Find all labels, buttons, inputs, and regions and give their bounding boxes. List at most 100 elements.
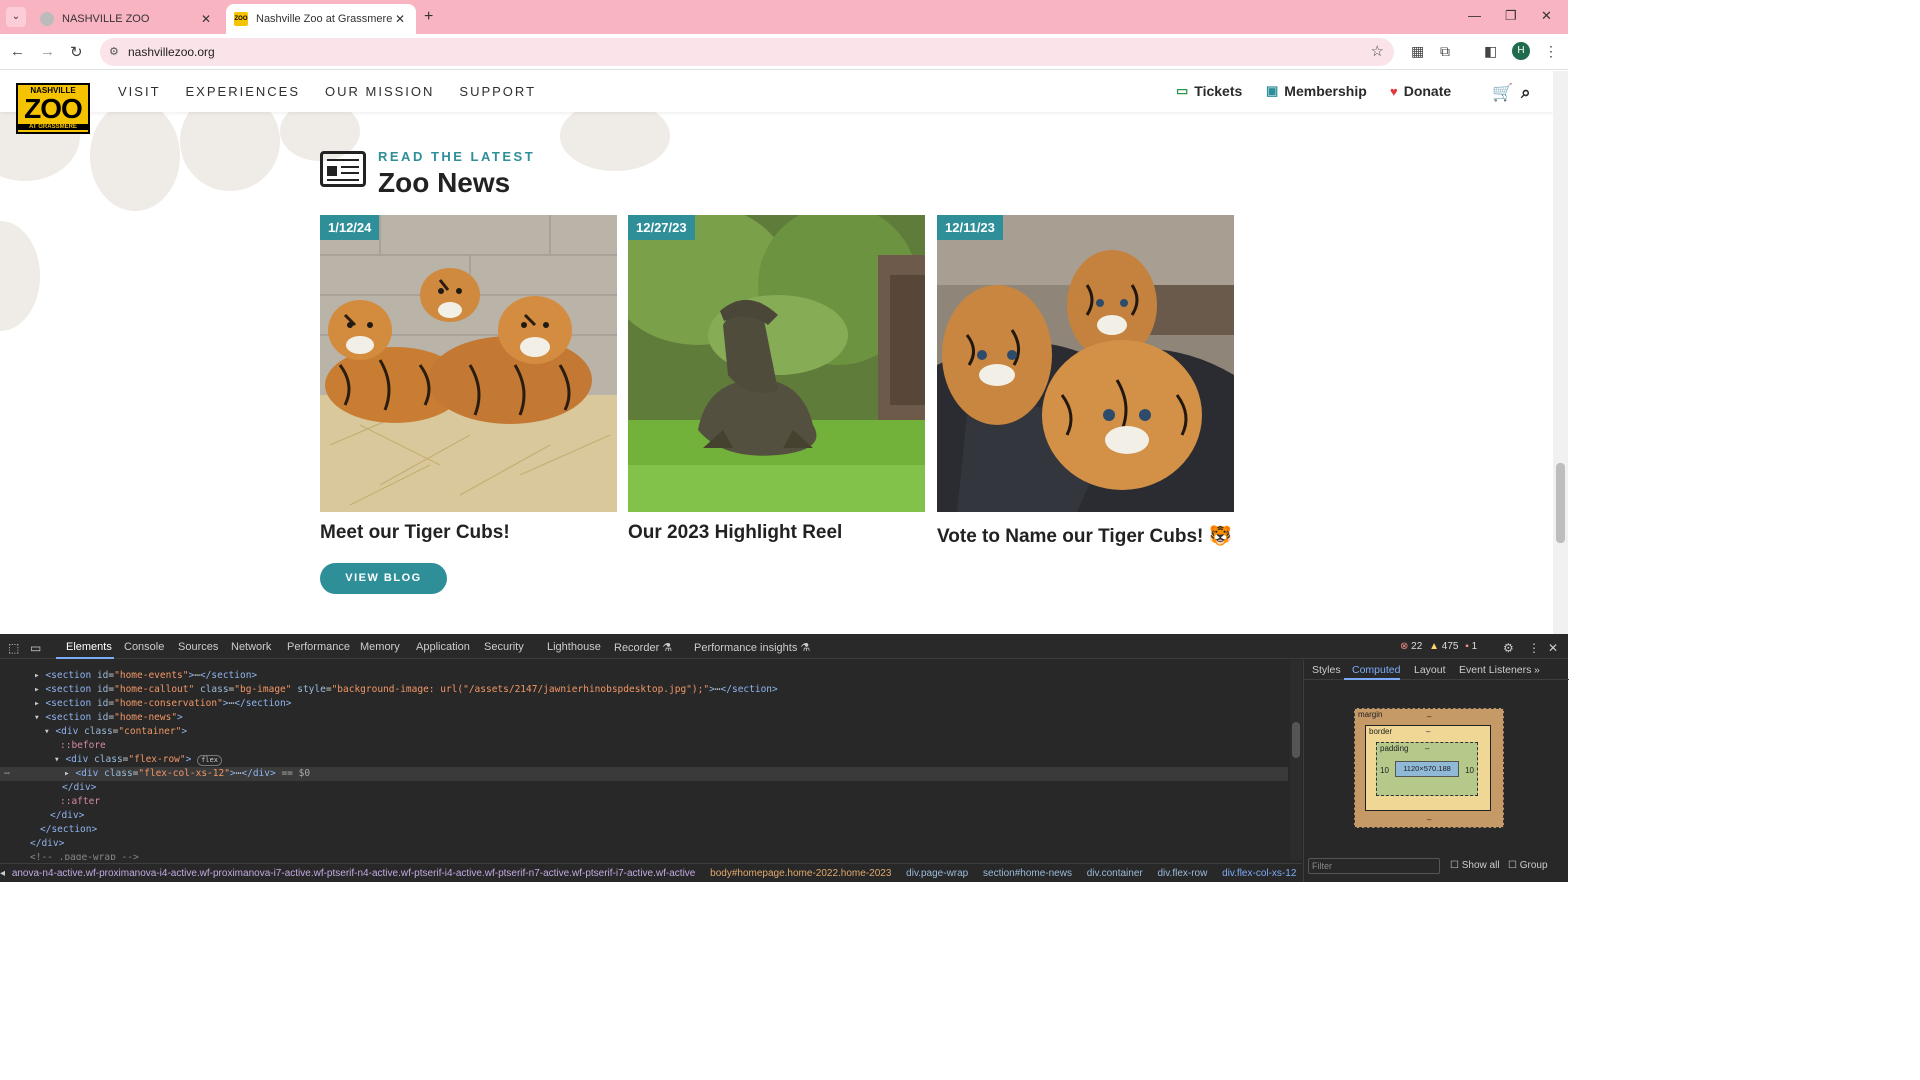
- tab-event-listeners[interactable]: Event Listeners: [1459, 664, 1531, 676]
- inspect-element-icon[interactable]: ⬚: [8, 641, 19, 655]
- breadcrumb-item[interactable]: div.flex-row: [1158, 868, 1208, 879]
- devtools-menu-icon[interactable]: ⋮: [1528, 641, 1540, 655]
- browser-tab[interactable]: NASHVILLE ZOO ✕: [32, 4, 222, 34]
- computed-filter-input[interactable]: Filter: [1308, 858, 1440, 874]
- tab-lighthouse[interactable]: Lighthouse: [547, 641, 601, 653]
- tab-sources[interactable]: Sources: [178, 641, 218, 653]
- dom-node[interactable]: ▸ <section id="home-events">⋯</section>: [34, 669, 257, 683]
- tab-console[interactable]: Console: [124, 641, 164, 653]
- restore-icon[interactable]: ❐: [1505, 8, 1517, 24]
- news-card[interactable]: 1/12/24 Meet our Tiger Cubs!: [320, 215, 617, 544]
- close-window-icon[interactable]: ✕: [1541, 8, 1552, 24]
- tab-memory[interactable]: Memory: [360, 641, 400, 653]
- tiger-cubs-blanket-photo[interactable]: 12/11/23: [937, 215, 1234, 512]
- dom-node[interactable]: ▾ <section id="home-news">: [34, 711, 183, 725]
- dom-tree[interactable]: ▸ <section id="home-events">⋯</section> …: [0, 660, 1288, 860]
- dom-node[interactable]: ▸ <section id="home-conservation">⋯</sec…: [34, 697, 291, 711]
- news-card[interactable]: 12/11/23 Vote to Name our Tiger Cubs! 🐯: [937, 215, 1234, 548]
- search-icon[interactable]: ⌕: [1521, 83, 1531, 103]
- crumb-scroll-left-icon[interactable]: ◂: [0, 868, 5, 879]
- issue-counters[interactable]: ⊗ 22 ▲ 475 ▪ 1: [1400, 641, 1477, 652]
- tickets-link[interactable]: ▭ Tickets: [1176, 83, 1242, 99]
- chrome-menu-icon[interactable]: ⋮: [1544, 43, 1558, 60]
- dom-pseudo[interactable]: ::before: [60, 739, 106, 753]
- tab-recorder[interactable]: Recorder ⚗: [614, 641, 672, 654]
- web-page: VISIT EXPERIENCES OUR MISSION SUPPORT ▭ …: [0, 71, 1553, 634]
- news-card[interactable]: 12/27/23 Our 2023 Highlight Reel: [628, 215, 925, 544]
- profile-avatar[interactable]: H: [1512, 42, 1530, 60]
- new-tab-button[interactable]: +: [424, 8, 433, 26]
- show-all-checkbox[interactable]: ☐ Show all: [1450, 860, 1500, 871]
- site-info-icon[interactable]: ⚙: [109, 38, 119, 66]
- tiger-cubs-photo[interactable]: 1/12/24: [320, 215, 617, 512]
- nav-item-experiences[interactable]: EXPERIENCES: [186, 84, 300, 99]
- breadcrumb-item-active[interactable]: div.flex-col-xs-12: [1222, 868, 1296, 879]
- breadcrumb-item[interactable]: div.page-wrap: [906, 868, 968, 879]
- nav-item-support[interactable]: SUPPORT: [459, 84, 536, 99]
- sidebar-tab-indicator: [1344, 678, 1400, 680]
- breadcrumb-item[interactable]: body#homepage.home-2022.home-2023: [710, 868, 891, 879]
- close-devtools-icon[interactable]: ✕: [1548, 641, 1558, 655]
- tab-security[interactable]: Security: [484, 641, 524, 653]
- tab-styles[interactable]: Styles: [1312, 664, 1341, 676]
- nashville-zoo-logo[interactable]: NASHVILLE ZOO AT GRASSMERE: [16, 83, 90, 134]
- tab-performance[interactable]: Performance: [287, 641, 350, 653]
- box-model-content[interactable]: 1120×570.188: [1395, 761, 1459, 777]
- dom-scrollbar[interactable]: [1290, 660, 1302, 860]
- browser-tab-active[interactable]: ZOO Nashville Zoo at Grassmere | Na ✕: [226, 4, 416, 34]
- breadcrumb-item[interactable]: div.container: [1087, 868, 1143, 879]
- device-toolbar-icon[interactable]: ▭: [30, 641, 41, 655]
- scroll-thumb[interactable]: [1556, 463, 1565, 543]
- dom-node[interactable]: ▸ <section id="home-callout" class="bg-i…: [34, 683, 778, 697]
- settings-gear-icon[interactable]: ⚙: [1503, 641, 1514, 655]
- donate-link[interactable]: ♥ Donate: [1390, 83, 1451, 99]
- qr-code-icon[interactable]: ▦: [1411, 43, 1424, 60]
- flex-badge[interactable]: flex: [197, 755, 222, 766]
- group-checkbox[interactable]: ☐ Group: [1508, 860, 1548, 871]
- bookmark-star-icon[interactable]: ☆: [1371, 38, 1384, 66]
- dom-pseudo[interactable]: ::after: [60, 795, 100, 809]
- tab-elements[interactable]: Elements: [66, 641, 112, 653]
- dom-close-tag[interactable]: </div>: [30, 837, 64, 851]
- dom-close-tag[interactable]: </section>: [40, 823, 97, 837]
- dom-close-tag[interactable]: </div>: [50, 809, 84, 823]
- more-tabs-icon[interactable]: »: [1534, 664, 1540, 676]
- nav-item-our-mission[interactable]: OUR MISSION: [325, 84, 434, 99]
- breadcrumb-item[interactable]: anova-n4-active.wf-proximanova-i4-active…: [12, 868, 696, 879]
- cart-icon[interactable]: 🛒: [1492, 83, 1513, 103]
- dom-comment[interactable]: <!-- .page-wrap -->: [30, 851, 139, 860]
- dom-close-tag[interactable]: </div>: [62, 781, 96, 795]
- box-model-border[interactable]: border – padding – 10 10 1120×570.188: [1365, 725, 1491, 811]
- back-icon[interactable]: ←: [10, 43, 25, 60]
- dom-scroll-thumb[interactable]: [1292, 722, 1300, 758]
- reload-icon[interactable]: ↻: [70, 43, 83, 61]
- box-model-padding[interactable]: padding – 10 10 1120×570.188: [1376, 742, 1478, 796]
- box-model-margin[interactable]: margin – – border – padding – 10 10 1120…: [1354, 708, 1504, 828]
- minimize-icon[interactable]: —: [1468, 8, 1481, 23]
- dom-node-selected[interactable]: ⋯ ▸ <div class="flex-col-xs-12">⋯</div> =…: [0, 767, 1288, 781]
- komodo-dragon-photo[interactable]: 12/27/23: [628, 215, 925, 512]
- tab-layout[interactable]: Layout: [1414, 664, 1446, 676]
- breadcrumb-item[interactable]: section#home-news: [983, 868, 1072, 879]
- forward-icon[interactable]: →: [40, 43, 55, 60]
- news-card-title[interactable]: Our 2023 Highlight Reel: [628, 522, 925, 544]
- close-tab-icon[interactable]: ✕: [392, 12, 408, 26]
- page-scrollbar[interactable]: [1553, 71, 1568, 634]
- dom-node[interactable]: ▾ <div class="container">: [44, 725, 187, 739]
- news-card-title[interactable]: Meet our Tiger Cubs!: [320, 522, 617, 544]
- tab-search-button[interactable]: ⌄: [6, 7, 26, 27]
- tab-application[interactable]: Application: [416, 641, 470, 653]
- tab-computed[interactable]: Computed: [1352, 664, 1400, 676]
- membership-link[interactable]: ▣ Membership: [1266, 83, 1367, 99]
- dom-node[interactable]: ▾ <div class="flex-row"> flex: [54, 753, 222, 767]
- news-card-title[interactable]: Vote to Name our Tiger Cubs! 🐯: [937, 524, 1234, 548]
- tab-performance-insights[interactable]: Performance insights ⚗: [694, 641, 810, 654]
- nav-item-visit[interactable]: VISIT: [118, 84, 161, 99]
- view-blog-button[interactable]: VIEW BLOG: [320, 563, 447, 594]
- address-bar[interactable]: ⚙ nashvillezoo.org ☆: [100, 38, 1394, 66]
- extensions-icon[interactable]: ⧉: [1440, 43, 1450, 60]
- side-panel-icon[interactable]: ◧: [1484, 43, 1497, 60]
- news-kicker: READ THE LATEST: [378, 149, 536, 164]
- close-tab-icon[interactable]: ✕: [198, 12, 214, 26]
- tab-network[interactable]: Network: [231, 641, 271, 653]
